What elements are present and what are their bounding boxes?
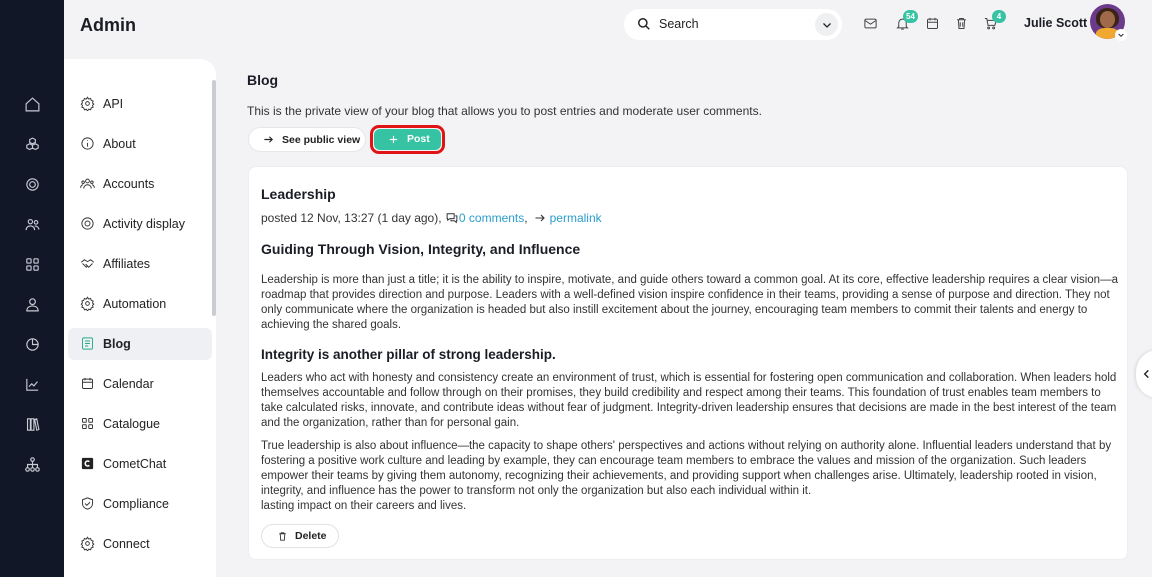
- sidebar-item-affiliates[interactable]: Affiliates: [68, 248, 212, 280]
- sidebar-item-calendar[interactable]: Calendar: [68, 368, 212, 400]
- users-icon[interactable]: [22, 214, 42, 234]
- post-heading: Guiding Through Vision, Integrity, and I…: [261, 241, 581, 257]
- post-paragraph: True leadership is also about influence—…: [261, 440, 1112, 512]
- post-date: posted 12 Nov, 13:27 (1 day ago),: [261, 211, 442, 225]
- sidebar-item-automation[interactable]: Automation: [68, 288, 212, 320]
- delete-button[interactable]: Delete: [261, 524, 339, 548]
- post-subheading: Integrity is another pillar of strong le…: [261, 347, 556, 362]
- sidebar-item-catalogue[interactable]: Catalogue: [68, 408, 212, 440]
- post-meta: posted 12 Nov, 13:27 (1 day ago), 0 comm…: [261, 211, 602, 225]
- sidebar-item-about[interactable]: About: [68, 128, 212, 160]
- line-chart-icon[interactable]: [22, 374, 42, 394]
- blog-post-card: Leadership posted 12 Nov, 13:27 (1 day a…: [248, 166, 1128, 560]
- plus-icon: [389, 135, 398, 144]
- search-placeholder: Search: [659, 17, 699, 31]
- calendar-icon[interactable]: [925, 16, 942, 33]
- gear-icon: [80, 96, 96, 112]
- cart-badge: 4: [992, 10, 1006, 23]
- apps-icon[interactable]: [22, 254, 42, 274]
- sidebar-item-connect[interactable]: Connect: [68, 528, 212, 560]
- chevron-down-icon[interactable]: [815, 13, 838, 36]
- user-icon[interactable]: [22, 294, 42, 314]
- document-icon: [80, 336, 96, 352]
- app-title: Admin: [80, 15, 136, 35]
- shield-check-icon: [80, 496, 96, 512]
- comments-link[interactable]: 0 comments: [459, 211, 524, 225]
- sidebar-item-compliance[interactable]: Compliance: [68, 488, 212, 520]
- panel-collapse-tab[interactable]: [1136, 350, 1152, 398]
- pie-chart-icon[interactable]: [22, 334, 42, 354]
- sidebar-item-accounts[interactable]: Accounts: [68, 168, 212, 200]
- user-name[interactable]: Julie Scott: [1024, 16, 1087, 30]
- gear-icon: [80, 536, 96, 552]
- top-header: Admin Search 54 4 Julie Scott: [64, 0, 1152, 58]
- search-input[interactable]: Search: [624, 9, 842, 40]
- trash-icon: [279, 532, 286, 541]
- post-paragraph: Leaders who act with honesty and consist…: [261, 372, 1117, 429]
- search-icon: [638, 18, 650, 30]
- sidebar-item-blog[interactable]: Blog: [68, 328, 212, 360]
- mail-icon[interactable]: [863, 16, 880, 33]
- page-description: This is the private view of your blog th…: [247, 104, 762, 118]
- handshake-icon: [80, 256, 96, 272]
- gear-icon: [80, 296, 96, 312]
- calendar-icon: [80, 376, 96, 392]
- page-title: Blog: [247, 72, 279, 88]
- comments-icon: [446, 213, 458, 224]
- post-title: Leadership: [261, 186, 336, 202]
- sidebar-item-api[interactable]: API: [68, 88, 212, 120]
- users-icon: [80, 176, 96, 192]
- arrow-right-icon: [535, 214, 546, 222]
- chevron-down-icon[interactable]: [1115, 29, 1127, 41]
- sidebar-item-cometchat[interactable]: CometChat: [68, 448, 212, 480]
- target-icon[interactable]: [22, 174, 42, 194]
- arrow-right-icon: [264, 136, 273, 143]
- sidebar-item-activity-display[interactable]: Activity display: [68, 208, 212, 240]
- sidebar-scrollbar[interactable]: [212, 80, 216, 316]
- post-paragraph: Leadership is more than just a title; it…: [261, 274, 1118, 331]
- post-button[interactable]: Post: [374, 129, 441, 150]
- grid-icon: [80, 416, 96, 432]
- settings-sidebar: API About Accounts Activity display Affi…: [64, 59, 216, 577]
- notification-badge: 54: [903, 10, 918, 23]
- cart-icon[interactable]: 4: [983, 10, 1006, 33]
- icon-rail: [0, 0, 64, 577]
- hierarchy-icon[interactable]: [22, 454, 42, 474]
- bell-icon[interactable]: 54: [895, 10, 918, 33]
- info-icon: [80, 136, 96, 152]
- see-public-view-button[interactable]: See public view: [248, 127, 366, 152]
- library-icon[interactable]: [22, 414, 42, 434]
- trash-icon[interactable]: [954, 16, 971, 33]
- permalink[interactable]: permalink: [550, 211, 602, 225]
- home-icon[interactable]: [22, 94, 42, 114]
- target-icon: [80, 216, 96, 232]
- chevron-left-icon: [1143, 369, 1149, 379]
- cube-icon[interactable]: [22, 134, 42, 154]
- cometchat-icon: [80, 456, 96, 472]
